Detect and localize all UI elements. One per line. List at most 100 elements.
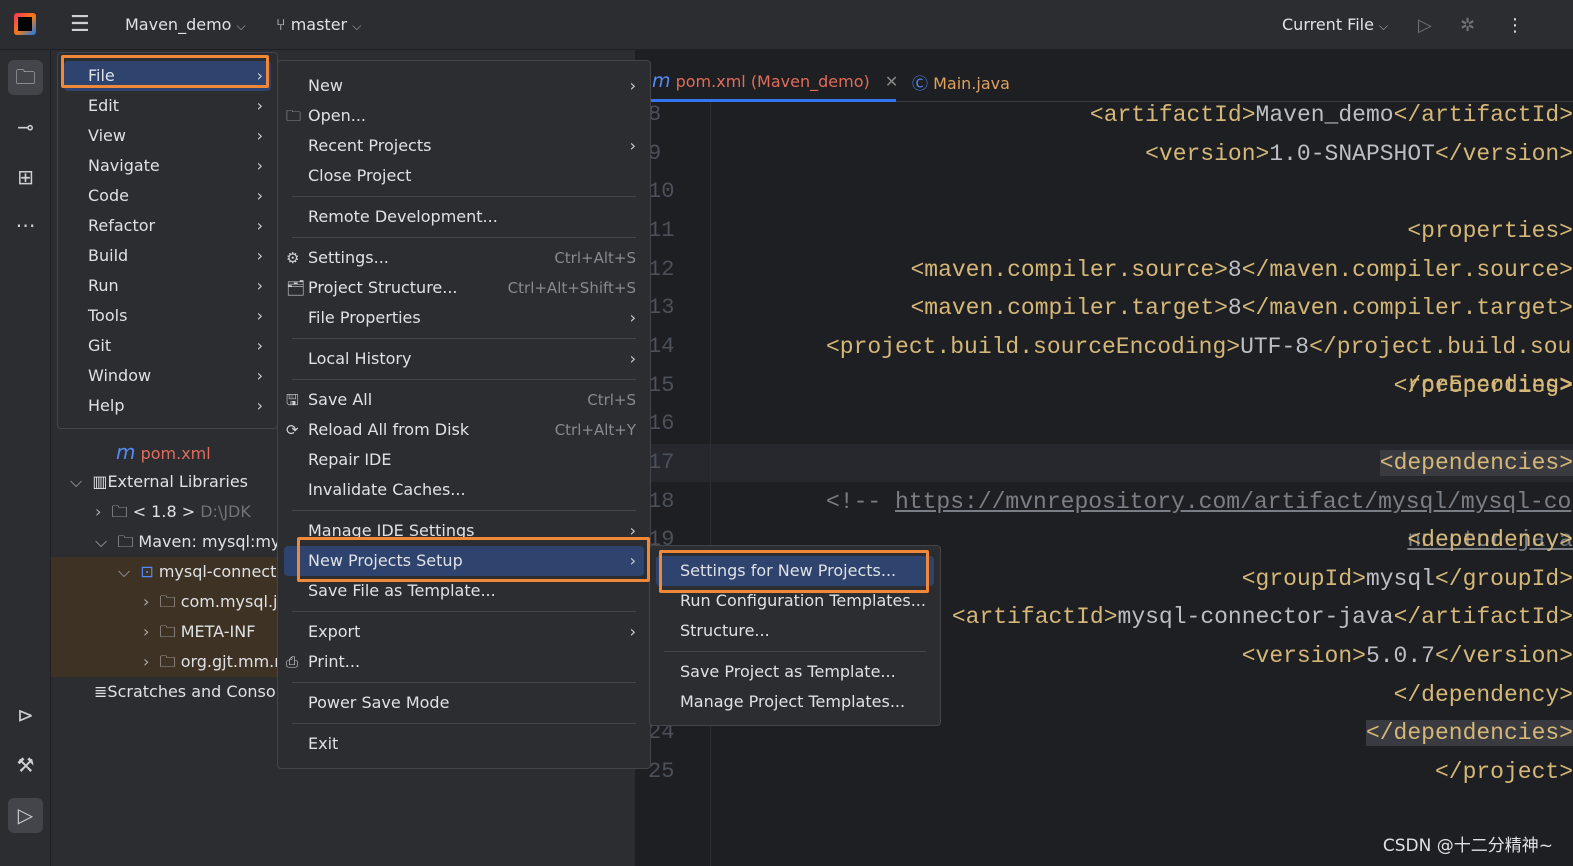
- menu-item-label: Code: [88, 186, 129, 205]
- project-name: Maven_demo: [125, 15, 232, 34]
- file-menu: New › 🗀 Open... Recent Projects › Close Projec…: [277, 60, 651, 769]
- code-line[interactable]: </properties>: [770, 367, 1573, 405]
- branch-selector[interactable]: ⑂ master ⌵: [276, 15, 361, 34]
- code-line[interactable]: <groupId>mysql</groupId>: [882, 560, 1573, 598]
- menu-item-tools[interactable]: Tools ›: [64, 301, 271, 331]
- menu-item-structure[interactable]: Structure...: [656, 616, 934, 646]
- menu-item-local-history[interactable]: Local History ›: [284, 344, 644, 374]
- menu-item-code[interactable]: Code ›: [64, 181, 271, 211]
- menu-item-open[interactable]: 🗀 Open...: [284, 101, 644, 131]
- menu-item-label: Recent Projects: [308, 136, 432, 155]
- menu-item-manage-project-templates[interactable]: Manage Project Templates...: [656, 687, 934, 717]
- menu-item-project-structure[interactable]: 🗂 Project Structure... Ctrl+Alt+Shift+S: [284, 273, 644, 303]
- code-token: </version>: [1434, 643, 1573, 670]
- tab-main-java[interactable]: Ⓒ Main.java: [912, 70, 1010, 94]
- folder-icon: 🗀: [159, 592, 176, 611]
- menu-separator: [292, 682, 636, 683]
- menu-item-refactor[interactable]: Refactor ›: [64, 211, 271, 241]
- commit-icon[interactable]: ⊸: [8, 110, 43, 145]
- menu-item-edit[interactable]: Edit ›: [64, 91, 271, 121]
- tree-label: com.mysql.j: [180, 592, 278, 611]
- tree-item-jdk[interactable]: › 🗀 < 1.8 > D:\JDK: [95, 497, 251, 527]
- code-token: </groupId>: [1434, 565, 1573, 592]
- menu-item-label: Remote Development...: [308, 207, 498, 226]
- structure-icon[interactable]: ⊞: [8, 160, 43, 195]
- chevron-right-icon: ›: [95, 502, 102, 521]
- main-menu-button[interactable]: ☰: [70, 14, 90, 36]
- jar-icon: ⊡: [140, 562, 154, 581]
- menu-item-label: Edit: [88, 96, 119, 115]
- menu-item-label: Export: [308, 622, 361, 641]
- tree-item-package[interactable]: › 🗀 META-INF: [143, 617, 255, 647]
- run-config-selector[interactable]: Current File ⌵: [1282, 15, 1388, 34]
- code-line[interactable]: <artifactId>mysql-connector-java</artifa…: [882, 598, 1573, 636]
- project-selector[interactable]: Maven_demo ⌵: [125, 15, 246, 34]
- more-tools-icon[interactable]: ⋯: [8, 208, 43, 243]
- menu-item-label: Refactor: [88, 216, 156, 235]
- menu-item-close-project[interactable]: Close Project: [284, 161, 644, 191]
- code-line[interactable]: <version>1.0-SNAPSHOT</version>: [770, 135, 1573, 173]
- menu-item-git[interactable]: Git ›: [64, 331, 271, 361]
- chevron-down-icon: ⌵: [118, 562, 131, 581]
- tree-label: META-INF: [180, 622, 256, 641]
- code-token: </artifactId>: [1393, 102, 1573, 128]
- code-line[interactable]: <maven.compiler.target>8</maven.compiler…: [826, 289, 1573, 327]
- menu-item-new[interactable]: New ›: [284, 71, 644, 101]
- debug-icon[interactable]: ✲: [1460, 15, 1475, 36]
- menu-item-settings[interactable]: ⚙ Settings... Ctrl+Alt+S: [284, 243, 644, 273]
- menu-item-view[interactable]: View ›: [64, 121, 271, 151]
- line-number: 16: [648, 411, 675, 437]
- menu-separator: [292, 237, 636, 238]
- menu-item-exit[interactable]: Exit: [284, 729, 644, 759]
- menu-item-invalidate-caches[interactable]: Invalidate Caches...: [284, 475, 644, 505]
- code-line[interactable]: <maven.compiler.source>8</maven.compiler…: [826, 251, 1573, 289]
- more-icon[interactable]: ⋮: [1506, 15, 1524, 36]
- tree-item-pom[interactable]: m pom.xml: [116, 437, 211, 467]
- tree-item-maven-lib[interactable]: ⌵ 🗀 Maven: mysql:mys: [95, 527, 289, 557]
- menu-item-print[interactable]: ⎙ Print...: [284, 647, 644, 677]
- menu-item-remote-development[interactable]: Remote Development...: [284, 202, 644, 232]
- menu-item-run[interactable]: Run ›: [64, 271, 271, 301]
- tree-item-scratches[interactable]: ≣Scratches and Conso: [94, 677, 276, 707]
- project-folder-icon[interactable]: 🗀: [8, 60, 43, 95]
- menu-item-export[interactable]: Export ›: [284, 617, 644, 647]
- code-line[interactable]: <dependencies>: [770, 444, 1573, 482]
- code-line[interactable]: <version>5.0.7</version>: [882, 637, 1573, 675]
- code-token: <version>: [1145, 140, 1270, 167]
- code-line[interactable]: <artifactId>Maven_demo</artifactId>: [770, 96, 1573, 134]
- services-icon[interactable]: ⊳: [8, 698, 43, 733]
- menu-item-label: Help: [88, 396, 125, 415]
- close-icon[interactable]: ✕: [885, 72, 898, 91]
- menu-item-label: Repair IDE: [308, 450, 392, 469]
- menu-item-window[interactable]: Window ›: [64, 361, 271, 391]
- menu-item-reload-all-from-disk[interactable]: ⟳ Reload All from Disk Ctrl+Alt+Y: [284, 415, 644, 445]
- tree-item-connector-jar[interactable]: ⌵ ⊡ mysql-connect: [118, 557, 276, 587]
- menu-item-save-project-as-template[interactable]: Save Project as Template...: [656, 657, 934, 687]
- menu-item-file-properties[interactable]: File Properties ›: [284, 303, 644, 333]
- highlight-box-file: [61, 55, 269, 88]
- menu-item-help[interactable]: Help ›: [64, 391, 271, 421]
- menu-item-build[interactable]: Build ›: [64, 241, 271, 271]
- code-line[interactable]: <properties>: [770, 212, 1573, 250]
- line-number: 11: [648, 217, 675, 243]
- code-token: 8: [1227, 295, 1242, 322]
- run-tool-icon[interactable]: ▷: [8, 798, 43, 833]
- menu-item-power-save-mode[interactable]: Power Save Mode: [284, 688, 644, 718]
- menu-item-recent-projects[interactable]: Recent Projects ›: [284, 131, 644, 161]
- tree-item-external-libraries[interactable]: ⌵ ▥External Libraries: [70, 467, 248, 497]
- run-icon[interactable]: ▷: [1418, 15, 1432, 36]
- code-token: 8: [1227, 256, 1242, 283]
- menu-item-repair-ide[interactable]: Repair IDE: [284, 445, 644, 475]
- chevron-right-icon: ›: [256, 216, 263, 235]
- menu-separator: [292, 510, 636, 511]
- tab-pom[interactable]: m pom.xml (Maven_demo) ✕: [652, 70, 898, 92]
- menu-separator: [292, 338, 636, 339]
- code-token: <dependency>: [1407, 527, 1573, 554]
- code-line[interactable]: </project>: [714, 753, 1573, 791]
- tree-item-package[interactable]: › 🗀 com.mysql.j: [143, 587, 277, 617]
- menu-item-navigate[interactable]: Navigate ›: [64, 151, 271, 181]
- maven-icon: m: [116, 440, 136, 464]
- menu-item-save-all[interactable]: 🖫 Save All Ctrl+S: [284, 385, 644, 415]
- tree-item-package[interactable]: › 🗀 org.gjt.mm.r: [143, 647, 281, 677]
- build-icon[interactable]: ⚒: [8, 748, 43, 783]
